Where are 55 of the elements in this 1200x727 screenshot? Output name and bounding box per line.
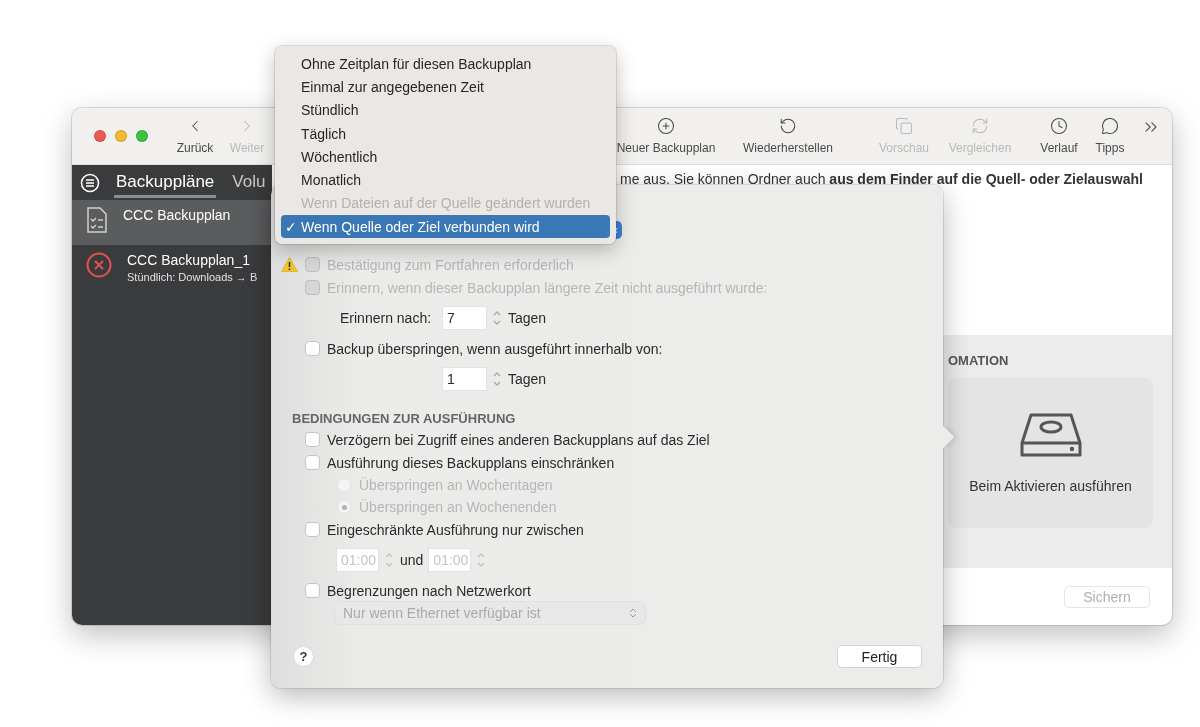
clock-icon — [1050, 117, 1068, 135]
unit-label: Tagen — [508, 310, 547, 326]
toolbar-button[interactable]: Verlauf — [1031, 117, 1087, 155]
automation-card[interactable]: Beim Aktivieren ausführen — [948, 378, 1153, 528]
toolbar-button[interactable]: Tipps — [1089, 117, 1131, 155]
checkbox[interactable] — [305, 455, 320, 470]
backup-plan-item[interactable]: CCC Backupplan_1 Stündlich: Downloads → B — [72, 245, 272, 290]
minimize-button[interactable] — [115, 130, 127, 142]
checkbox[interactable] — [305, 522, 320, 537]
error-icon — [86, 252, 112, 278]
plan-title: CCC Backupplan — [123, 207, 231, 223]
help-button[interactable]: ? — [293, 646, 314, 667]
checkbox-label: Begrenzungen nach Netzwerkort — [327, 582, 531, 599]
number-field[interactable]: 7 — [443, 307, 486, 329]
section-heading: BEDINGUNGEN ZUR AUSFÜHRUNG — [292, 410, 516, 426]
menu-item[interactable]: Täglich — [281, 121, 610, 146]
sidebar-tab[interactable]: Backuppläne — [114, 167, 217, 198]
toolbar-button[interactable]: Neuer Backupplan — [611, 117, 721, 155]
toolbar-button[interactable]: Wiederherstellen — [729, 117, 847, 155]
back-button[interactable]: Zurück — [169, 117, 221, 155]
joiner-label: und — [400, 552, 424, 568]
plan-title: CCC Backupplan_1 — [127, 252, 251, 268]
number-field[interactable]: 1 — [443, 368, 486, 390]
copy-icon — [895, 117, 913, 135]
menu-item[interactable]: Einmal zur angegebenen Zeit — [281, 75, 610, 99]
checkbox-label: Ausführung dieses Backupplans einschränken — [327, 454, 615, 471]
menu-item[interactable]: Wöchentlich — [281, 145, 610, 169]
menu-item[interactable]: Stündlich — [281, 98, 610, 122]
drive-icon — [1018, 412, 1083, 458]
menu-item[interactable]: Monatlich — [281, 168, 610, 192]
arrows-icon — [971, 117, 989, 135]
field-label: Erinnern nach: — [340, 310, 433, 326]
plus-circle-icon — [657, 117, 675, 135]
speech-bubble-icon — [1101, 117, 1119, 135]
menu-icon[interactable] — [80, 172, 100, 193]
sidebar-tab[interactable]: Volu — [230, 167, 268, 198]
menu-item[interactable]: ✓ Wenn Quelle oder Ziel verbunden wird — [281, 215, 610, 239]
unit-label: Tagen — [508, 371, 547, 387]
intro-text: me aus. Sie können Ordner auch aus dem Finder auf die Quell- oder Zielauswahl — [620, 171, 1143, 187]
checkbox-label: Eingeschränkte Ausführung nur zwischen — [327, 521, 584, 538]
card-label: Beim Aktivieren ausführen — [969, 478, 1132, 494]
restore-icon — [779, 117, 797, 135]
checkbox[interactable] — [305, 341, 320, 356]
checkbox[interactable] — [305, 432, 320, 447]
plan-subtitle: Stündlich: Downloads → B — [127, 271, 258, 283]
zoom-button[interactable] — [136, 130, 148, 142]
checkbox[interactable] — [305, 583, 320, 598]
checklist-icon — [86, 207, 108, 233]
checkbox-label: Verzögern bei Zugriff eines anderen Backupplans auf das Ziel — [327, 431, 710, 448]
menu-item[interactable]: Ohne Zeitplan für diesen Backupplan — [281, 52, 610, 76]
section-heading: OMATION — [948, 353, 1010, 368]
close-button[interactable] — [94, 130, 106, 142]
checkbox-label: Backup überspringen, wenn ausgeführt innerhalb von: — [327, 340, 663, 357]
done-button[interactable]: Fertig — [837, 645, 922, 668]
backup-plan-item[interactable]: CCC Backupplan — [72, 200, 272, 245]
